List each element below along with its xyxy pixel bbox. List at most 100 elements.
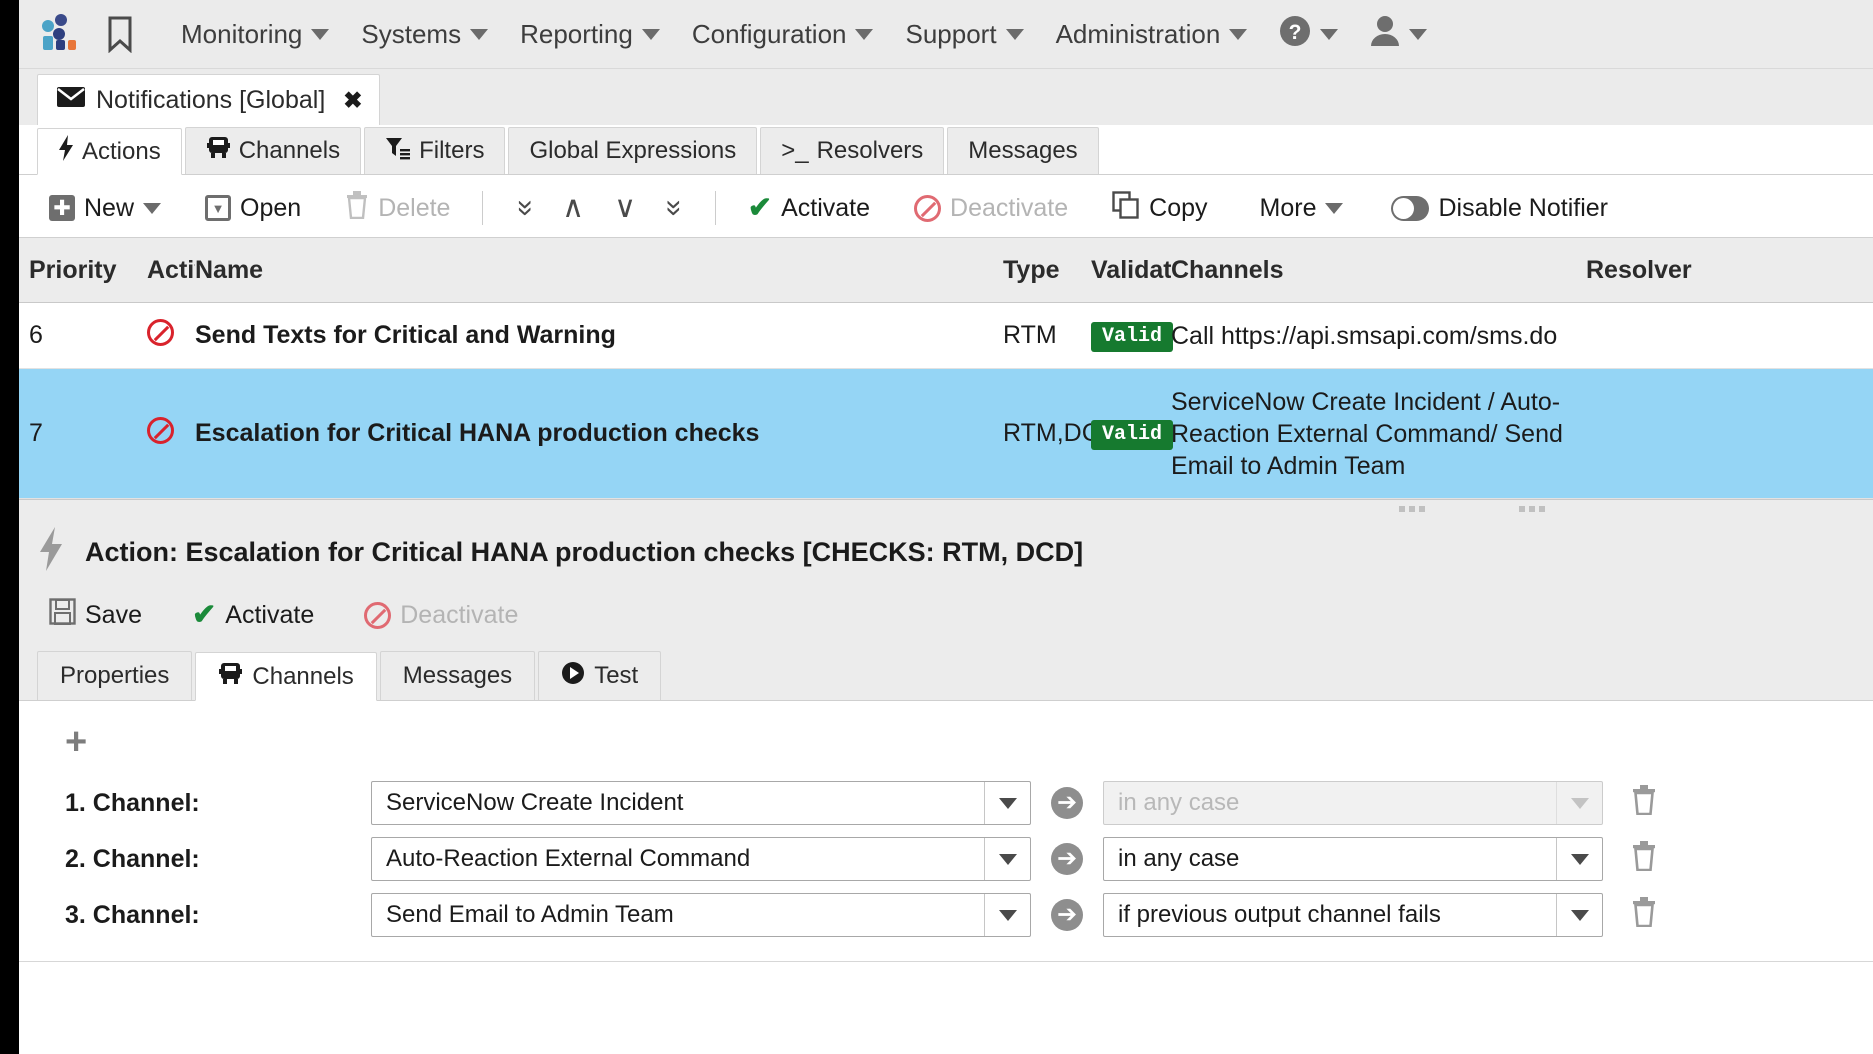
channel-select-2[interactable]: Auto-Reaction External Command <box>371 837 1031 881</box>
delete-channel-button[interactable] <box>1631 897 1657 933</box>
status-badge: Valid <box>1091 420 1174 450</box>
document-tab-notifications[interactable]: Notifications [Global] ✖ <box>37 74 380 125</box>
nav-item-support[interactable]: Support <box>889 15 1039 54</box>
column-header-resolver[interactable]: Resolver <box>1586 256 1873 285</box>
delete-button[interactable]: Delete <box>333 186 462 231</box>
app-page: Monitoring Systems Reporting Configurati… <box>19 0 1873 1054</box>
close-icon[interactable]: ✖ <box>343 87 362 114</box>
nav-item-administration[interactable]: Administration <box>1040 15 1264 54</box>
tab-resolvers[interactable]: >_ Resolvers <box>760 127 945 174</box>
column-header-priority[interactable]: Priority <box>29 256 147 285</box>
tab-filters[interactable]: Filters <box>364 127 506 174</box>
nav-item-help[interactable]: ? <box>1263 11 1354 58</box>
splitter-grip[interactable] <box>1399 506 1425 512</box>
forward-arrow-icon[interactable]: ➔ <box>1051 787 1083 819</box>
lightning-icon <box>37 526 65 579</box>
move-to-top-button[interactable]: « <box>507 188 540 229</box>
bookmark-icon[interactable] <box>105 15 135 53</box>
chevron-down-icon[interactable] <box>984 838 1030 880</box>
channel-row-label: 1. Channel: <box>65 788 200 817</box>
move-to-bottom-button[interactable]: » <box>658 188 691 229</box>
chevron-down-icon[interactable] <box>984 894 1030 936</box>
column-header-name[interactable]: Name <box>195 256 1003 285</box>
delete-channel-button[interactable] <box>1631 785 1657 821</box>
open-button[interactable]: ▼ Open <box>193 189 313 228</box>
app-logo[interactable] <box>37 14 83 54</box>
blocked-icon <box>914 194 942 222</box>
detail-tab-label: Test <box>594 662 639 689</box>
nav-item-reporting[interactable]: Reporting <box>504 15 676 54</box>
detail-tab-test[interactable]: Test <box>538 651 662 700</box>
cell-type: RTM <box>1003 321 1057 349</box>
tab-actions[interactable]: Actions <box>37 128 182 175</box>
channel-select-3[interactable]: Send Email to Admin Team <box>371 893 1031 937</box>
column-header-type[interactable]: Type <box>1003 256 1091 285</box>
actions-toolbar: ✚ New ▼ Open Delete « ∧ ∨ » ✔ Activate D… <box>19 179 1873 237</box>
chevron-down-icon[interactable] <box>1556 782 1602 824</box>
user-avatar-icon <box>1370 15 1400 54</box>
play-icon <box>561 661 585 692</box>
condition-select-3[interactable]: if previous output channel fails <box>1103 893 1603 937</box>
nav-item-configuration[interactable]: Configuration <box>676 15 890 54</box>
channel-select-1[interactable]: ServiceNow Create Incident <box>371 781 1031 825</box>
nav-label: Reporting <box>520 18 633 49</box>
detail-tab-label: Channels <box>252 662 354 690</box>
toggle-icon <box>1391 195 1430 221</box>
copy-button[interactable]: Copy <box>1100 186 1219 231</box>
save-button[interactable]: Save <box>37 593 154 637</box>
filter-icon <box>385 136 411 167</box>
detail-activate-button[interactable]: ✔ Activate <box>180 596 326 635</box>
deactivate-button[interactable]: Deactivate <box>902 189 1080 228</box>
detail-deactivate-label: Deactivate <box>400 600 519 629</box>
channel-select-value: Send Email to Admin Team <box>386 901 674 928</box>
detail-tab-properties[interactable]: Properties <box>37 651 193 700</box>
detail-deactivate-button[interactable]: Deactivate <box>352 596 530 635</box>
move-up-button[interactable]: ∧ <box>550 193 596 223</box>
disable-notifier-toggle[interactable]: Disable Notifier <box>1379 189 1620 228</box>
column-header-active[interactable]: Activ <box>147 256 195 285</box>
plus-icon: ✚ <box>49 195 75 221</box>
table-header-row: Priority Activ Name Type Validati Channe… <box>19 237 1873 303</box>
nav-label: Administration <box>1055 18 1221 49</box>
cell-channels: Call https://api.smsapi.com/sms.do <box>1171 321 1558 350</box>
new-button[interactable]: ✚ New <box>37 189 173 228</box>
table-row[interactable]: 6 Send Texts for Critical and Warning RT… <box>19 303 1873 369</box>
tab-global-expressions[interactable]: Global Expressions <box>508 127 758 174</box>
chevron-down-icon[interactable] <box>984 782 1030 824</box>
tab-channels[interactable]: Channels <box>184 127 362 174</box>
column-header-validation[interactable]: Validati <box>1091 256 1171 285</box>
activate-button[interactable]: ✔ Activate <box>736 189 882 228</box>
nav-item-systems[interactable]: Systems <box>345 15 504 54</box>
copy-button-label: Copy <box>1149 193 1208 222</box>
cell-validation: Valid <box>1091 319 1174 352</box>
condition-select-2[interactable]: in any case <box>1103 837 1603 881</box>
column-header-channels[interactable]: Channels <box>1171 254 1586 286</box>
nav-item-monitoring[interactable]: Monitoring <box>165 15 345 54</box>
activate-button-label: Activate <box>781 193 871 222</box>
nav-item-user[interactable] <box>1354 11 1443 58</box>
splitter-grip[interactable] <box>1519 506 1545 512</box>
tab-label: Global Expressions <box>529 137 737 164</box>
detail-tab-channels[interactable]: Channels <box>195 652 377 701</box>
tab-label: Resolvers <box>816 137 924 164</box>
delete-channel-button[interactable] <box>1631 841 1657 877</box>
forward-arrow-icon[interactable]: ➔ <box>1051 899 1083 931</box>
tab-messages[interactable]: Messages <box>947 127 1099 174</box>
more-button[interactable]: More <box>1248 189 1356 228</box>
chevron-down-icon[interactable] <box>1556 894 1602 936</box>
chevron-down-icon <box>1320 28 1339 40</box>
move-down-button[interactable]: ∨ <box>602 193 648 223</box>
table-row[interactable]: 7 Escalation for Critical HANA productio… <box>19 369 1873 499</box>
help-icon: ? <box>1279 15 1311 54</box>
detail-title-text: Action: Escalation for Critical HANA pro… <box>85 537 1084 567</box>
chevron-down-icon[interactable] <box>1556 838 1602 880</box>
channel-select-value: Auto-Reaction External Command <box>386 845 751 872</box>
nav-label: Support <box>905 18 997 49</box>
condition-select-1[interactable]: in any case <box>1103 781 1603 825</box>
panel-splitter[interactable] <box>19 499 1873 516</box>
detail-tab-messages[interactable]: Messages <box>379 651 536 700</box>
document-tab-bar: Notifications [Global] ✖ <box>19 69 1873 125</box>
add-channel-button[interactable]: + <box>65 721 87 763</box>
forward-arrow-icon[interactable]: ➔ <box>1051 843 1083 875</box>
document-tab-label: Notifications [Global] <box>96 85 326 114</box>
